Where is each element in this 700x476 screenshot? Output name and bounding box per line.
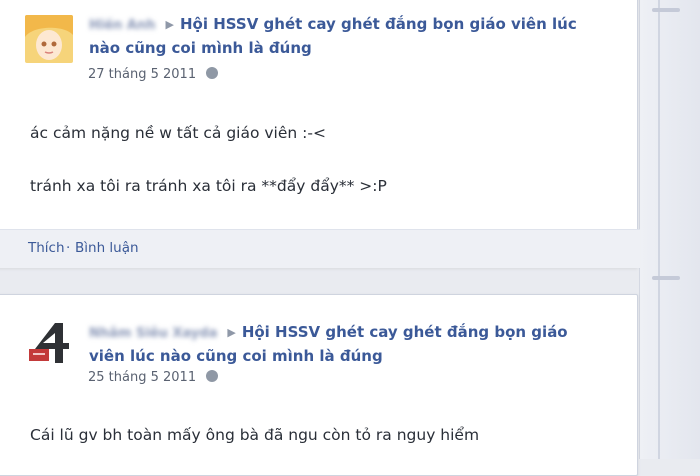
post-header: Hiền Anh ▶ Hội HSSV ghét cay ghét đắng bọn… bbox=[89, 13, 589, 60]
author-name[interactable]: Nhâm Siêu Xayda bbox=[89, 326, 217, 341]
timeline-marker bbox=[652, 8, 680, 12]
post-date-text[interactable]: 27 tháng 5 2011 bbox=[88, 67, 196, 82]
post-text-line: tránh xa tôi ra tránh xa tôi ra **đẩy đẩ… bbox=[30, 177, 387, 195]
globe-icon bbox=[206, 67, 219, 79]
post-actions-bar: Thích · Bình luận bbox=[0, 229, 640, 268]
post-text-line: ác cảm nặng nề w tất cả giáo viên :-< bbox=[30, 124, 326, 142]
post-date-text[interactable]: 25 tháng 5 2011 bbox=[88, 370, 196, 385]
group-link[interactable]: Hội HSSV ghét cay ghét đắng bọn giáo viê… bbox=[89, 15, 577, 57]
arrow-right-icon: ▶ bbox=[227, 326, 236, 339]
comment-link[interactable]: Bình luận bbox=[75, 240, 139, 256]
post-card: Nhâm Siêu Xayda ▶ Hội HSSV ghét cay ghét đ… bbox=[0, 294, 638, 476]
arrow-right-icon: ▶ bbox=[165, 18, 174, 31]
post-header: Nhâm Siêu Xayda ▶ Hội HSSV ghét cay ghét đ… bbox=[89, 321, 589, 368]
timeline-marker bbox=[652, 276, 680, 280]
globe-icon bbox=[206, 370, 219, 382]
separator-dot: · bbox=[66, 240, 71, 256]
post-date: 25 tháng 5 2011 bbox=[88, 370, 219, 385]
timeline-line bbox=[658, 0, 660, 459]
user-avatar-icon[interactable] bbox=[25, 15, 73, 63]
post-date: 27 tháng 5 2011 bbox=[88, 67, 219, 82]
like-link[interactable]: Thích bbox=[28, 240, 65, 256]
right-timeline-rail bbox=[639, 0, 700, 459]
author-name[interactable]: Hiền Anh bbox=[89, 18, 156, 33]
post-text-line: Cái lũ gv bh toàn mấy ông bà đã ngu còn … bbox=[30, 426, 480, 444]
user-avatar-icon[interactable] bbox=[25, 319, 73, 367]
